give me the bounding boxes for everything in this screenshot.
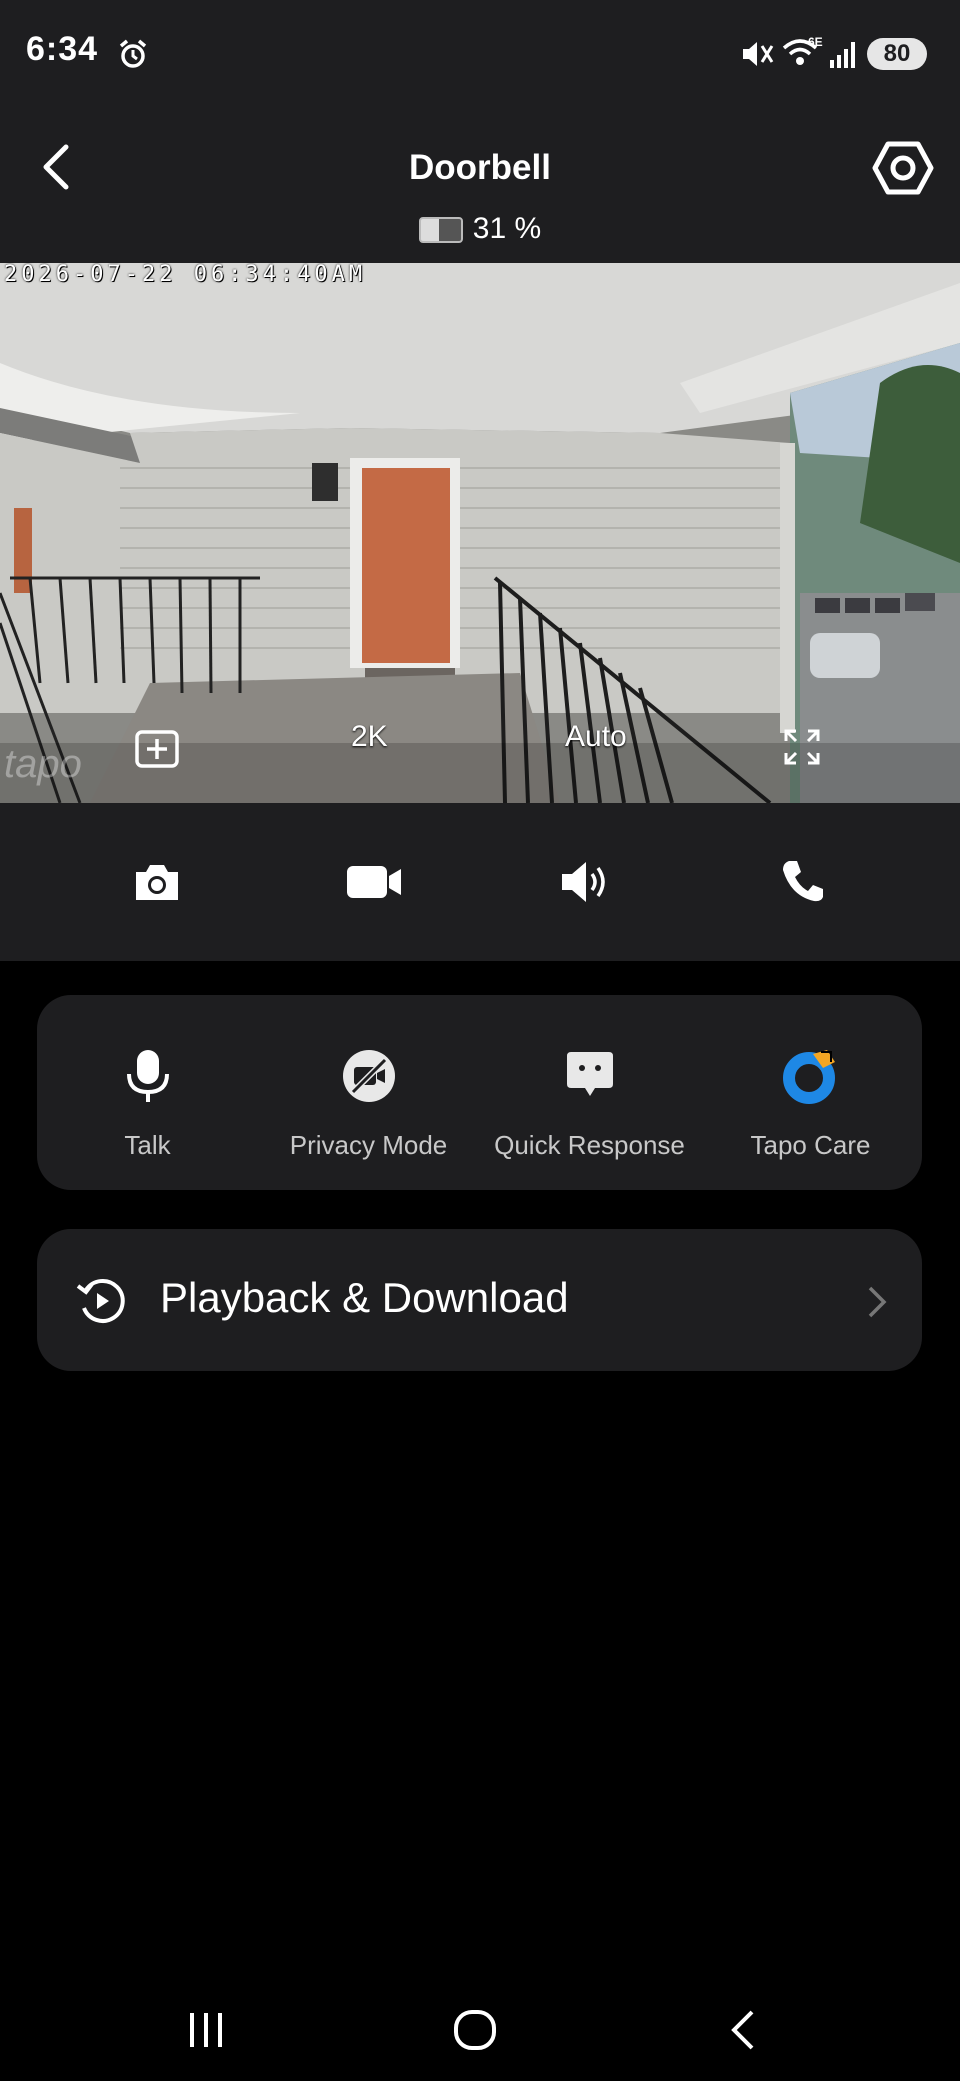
quick-response-action[interactable]	[479, 1048, 700, 1105]
quick-response-label: Quick Response	[494, 1130, 685, 1160]
tapo-care-action[interactable]	[700, 1048, 921, 1109]
nav-back-icon[interactable]	[728, 2008, 758, 2052]
page-title: Doorbell	[409, 148, 551, 187]
device-battery-icon	[418, 217, 463, 244]
alarm-icon	[119, 39, 147, 68]
video-timestamp: 2026-07-22 06:34:40AM	[4, 262, 367, 287]
network-label: 6E	[808, 36, 823, 49]
microphone-icon	[126, 1050, 169, 1102]
camera-icon[interactable]	[132, 860, 182, 904]
talk-action[interactable]	[37, 1048, 258, 1109]
signal-icon	[830, 42, 855, 68]
battery-indicator: 80	[867, 38, 927, 70]
privacy-mode-action[interactable]	[258, 1048, 479, 1109]
add-layout-icon[interactable]	[134, 729, 180, 769]
wifi-icon: 6E	[782, 36, 823, 65]
tapo-care-icon	[782, 1050, 835, 1104]
playback-label: Playback & Download	[160, 1274, 569, 1321]
tapo-care-label: Tapo Care	[750, 1130, 871, 1160]
status-time: 6:34	[26, 30, 99, 68]
home-icon[interactable]	[452, 2008, 498, 2052]
speaker-icon[interactable]	[560, 858, 614, 906]
mode-toggle[interactable]: Auto	[565, 720, 627, 754]
resolution-toggle[interactable]: 2K	[351, 720, 388, 754]
video-record-icon[interactable]	[345, 862, 403, 902]
phone-icon[interactable]	[780, 858, 826, 904]
fullscreen-icon[interactable]	[782, 727, 822, 767]
tapo-watermark: tapo	[4, 742, 82, 786]
settings-icon[interactable]	[872, 140, 934, 196]
device-battery-text: 31 %	[472, 212, 542, 245]
device-battery: 31 %	[0, 212, 960, 246]
playback-history-icon	[76, 1279, 125, 1323]
live-video-feed[interactable]	[0, 263, 960, 803]
privacy-mode-label: Privacy Mode	[289, 1130, 448, 1160]
talk-label: Talk	[124, 1130, 171, 1160]
chevron-right-icon	[868, 1286, 887, 1318]
privacy-mode-icon	[342, 1050, 395, 1102]
recent-apps-icon[interactable]	[186, 2011, 226, 2049]
quick-response-icon	[566, 1052, 613, 1096]
mute-icon	[743, 42, 774, 66]
video-frame	[0, 263, 960, 803]
